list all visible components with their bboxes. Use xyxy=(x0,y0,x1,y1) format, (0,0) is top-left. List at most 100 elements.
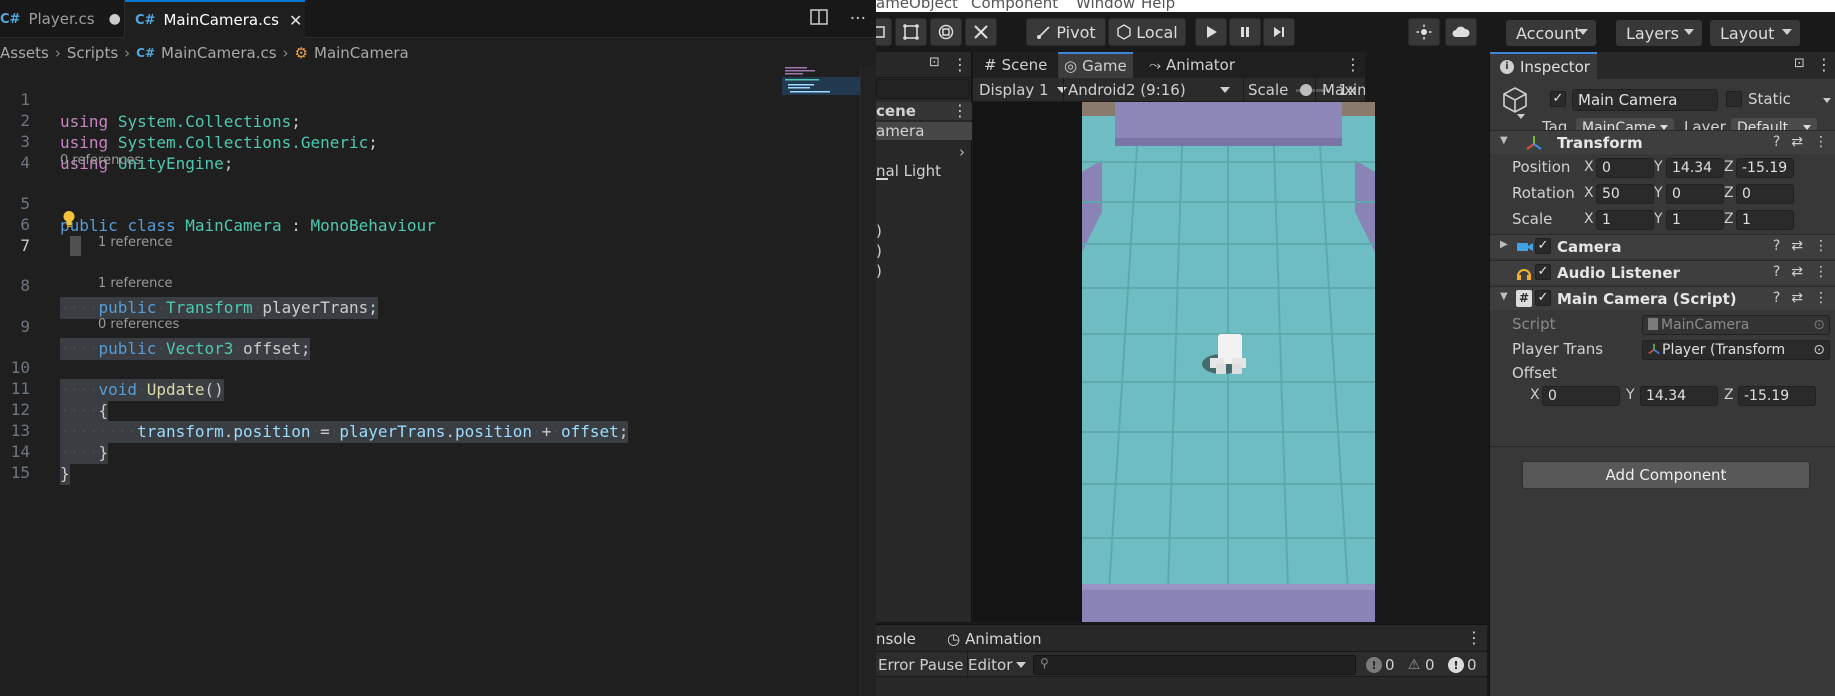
offset-y-field[interactable]: 14.34 xyxy=(1640,386,1718,406)
editor-dropdown[interactable]: Editor xyxy=(968,652,1027,678)
axis-z-label[interactable]: Z xyxy=(1724,387,1734,403)
tab-scene[interactable]: # Scene xyxy=(978,52,1053,78)
info-count-badge[interactable]: ! 0 xyxy=(1366,656,1395,674)
preset-icon[interactable]: ⇄ xyxy=(1791,264,1803,280)
add-component-button[interactable]: Add Component xyxy=(1522,461,1810,489)
console-search-input[interactable]: ⚲ xyxy=(1033,655,1356,675)
split-editor-icon[interactable] xyxy=(810,8,828,30)
more-icon[interactable]: ⋮ xyxy=(952,55,968,74)
axis-y-label[interactable]: Y xyxy=(1654,211,1663,227)
axis-x-label[interactable]: X xyxy=(1584,211,1594,227)
lock-icon[interactable]: ⊡ xyxy=(1794,56,1805,71)
error-count-badge[interactable]: ! 0 xyxy=(1448,656,1477,674)
help-icon[interactable]: ? xyxy=(1773,264,1780,280)
static-checkbox[interactable] xyxy=(1726,91,1742,107)
transform-header[interactable]: ▼ Transform ? ⇄ ⋮ xyxy=(1490,130,1835,154)
scene-row[interactable]: cene ⋮ xyxy=(876,101,972,120)
menu-component[interactable]: Component xyxy=(971,0,1058,12)
move-tool-button[interactable] xyxy=(876,18,892,46)
more-icon[interactable]: ⋮ xyxy=(1814,290,1828,306)
preset-icon[interactable]: ⇄ xyxy=(1791,134,1803,150)
scale-x-field[interactable]: 1 xyxy=(1596,210,1654,230)
codelens-references[interactable]: 1 reference xyxy=(98,234,172,252)
object-name-field[interactable]: Main Camera xyxy=(1572,89,1718,111)
offset-x-field[interactable]: 0 xyxy=(1542,386,1620,406)
help-icon[interactable]: ? xyxy=(1773,238,1780,254)
display-dropdown[interactable]: Display 1 xyxy=(979,78,1067,102)
chevron-right-icon[interactable]: › xyxy=(959,143,965,161)
breadcrumb-item[interactable]: MainCamera.cs xyxy=(161,44,277,62)
axis-z-label[interactable]: Z xyxy=(1724,185,1734,201)
more-icon[interactable]: ⋮ xyxy=(1816,55,1832,74)
position-y-field[interactable]: 14.34 xyxy=(1666,158,1724,178)
rotation-z-field[interactable]: 0 xyxy=(1736,184,1794,204)
lock-icon[interactable]: ⊡ xyxy=(929,55,940,70)
tab-animation[interactable]: ◷ Animation xyxy=(941,627,1048,651)
tab-maincamera-cs[interactable]: C# MainCamera.cs ✕ xyxy=(125,0,305,38)
codelens-references[interactable]: 0 references xyxy=(98,316,179,334)
axis-x-label[interactable]: X xyxy=(1530,387,1540,403)
more-icon[interactable]: ⋮ xyxy=(1814,264,1828,280)
lighting-button[interactable] xyxy=(1408,18,1440,46)
slider-thumb[interactable] xyxy=(1300,83,1313,96)
position-z-field[interactable]: -15.19 xyxy=(1736,158,1794,178)
hierarchy-search[interactable] xyxy=(876,79,970,99)
rotation-x-field[interactable]: 50 xyxy=(1596,184,1654,204)
local-toggle[interactable]: Local xyxy=(1108,18,1186,46)
layout-dropdown[interactable]: Layout xyxy=(1710,20,1800,46)
game-view[interactable] xyxy=(973,102,1375,622)
axis-x-label[interactable]: X xyxy=(1584,185,1594,201)
scale-y-field[interactable]: 1 xyxy=(1666,210,1724,230)
editor-scrollbar[interactable] xyxy=(860,66,876,696)
error-pause-toggle[interactable]: Error Pause xyxy=(878,652,969,678)
minimap[interactable] xyxy=(782,65,860,99)
help-icon[interactable]: ? xyxy=(1773,134,1780,150)
codelens-references[interactable]: 1 reference xyxy=(98,275,172,293)
rotation-y-field[interactable]: 0 xyxy=(1666,184,1724,204)
menu-gameobject[interactable]: ameObject xyxy=(876,0,958,12)
maximize-toggle[interactable]: Maximi xyxy=(1315,78,1365,102)
account-dropdown[interactable]: Account xyxy=(1506,20,1596,46)
pause-button[interactable] xyxy=(1229,18,1261,46)
more-icon[interactable]: ⋮ xyxy=(1814,134,1828,150)
axis-y-label[interactable]: Y xyxy=(1626,387,1635,403)
script-enabled-checkbox[interactable]: ✓ xyxy=(1535,290,1551,306)
tab-animator[interactable]: ⤳ Animator xyxy=(1143,52,1241,78)
tab-game[interactable]: ◎ Game xyxy=(1058,52,1133,78)
layers-dropdown[interactable]: Layers xyxy=(1616,20,1702,46)
menu-window[interactable]: Window xyxy=(1076,0,1135,12)
transform-tool-button[interactable] xyxy=(930,18,962,46)
audio-listener-header[interactable]: ✓ Audio Listener ? ⇄ ⋮ xyxy=(1490,260,1835,284)
player-trans-field[interactable]: Player (Transform ⊙ xyxy=(1642,340,1830,360)
hierarchy-item-light[interactable]: nal Light xyxy=(876,162,972,180)
modified-dot-icon[interactable]: ● xyxy=(109,11,121,27)
more-icon[interactable]: ⋮ xyxy=(1345,55,1361,74)
splitter[interactable] xyxy=(876,178,888,180)
axis-z-label[interactable]: Z xyxy=(1724,211,1734,227)
audio-enabled-checkbox[interactable]: ✓ xyxy=(1535,264,1551,280)
camera-header[interactable]: ▶ ✓ Camera ? ⇄ ⋮ xyxy=(1490,234,1835,258)
axis-y-label[interactable]: Y xyxy=(1654,185,1663,201)
menu-help[interactable]: Help xyxy=(1141,0,1175,12)
more-icon[interactable]: ⋮ xyxy=(1814,238,1828,254)
script-component-header[interactable]: ▼ # ✓ Main Camera (Script) ? ⇄ ⋮ xyxy=(1490,286,1835,310)
help-icon[interactable]: ? xyxy=(1773,290,1780,306)
preset-icon[interactable]: ⇄ xyxy=(1791,238,1803,254)
lightbulb-icon[interactable] xyxy=(62,210,76,228)
step-button[interactable] xyxy=(1263,18,1295,46)
camera-enabled-checkbox[interactable]: ✓ xyxy=(1535,238,1551,254)
warning-count-badge[interactable]: ⚠ 0 xyxy=(1406,656,1435,674)
custom-tools-button[interactable] xyxy=(965,18,997,46)
pivot-toggle[interactable]: Pivot xyxy=(1026,18,1106,46)
breadcrumb-item[interactable]: Scripts xyxy=(67,44,118,62)
caret-down-icon[interactable] xyxy=(1517,114,1525,119)
breadcrumb-item[interactable]: MainCamera xyxy=(314,44,409,62)
more-icon[interactable]: ⋮ xyxy=(1466,628,1482,647)
tab-inspector[interactable]: i Inspector xyxy=(1490,52,1597,79)
fold-right-icon[interactable]: ▶ xyxy=(1500,239,1508,250)
resolution-dropdown[interactable]: Android2 (9:16) xyxy=(1063,78,1238,102)
breadcrumb-item[interactable]: Assets xyxy=(0,44,49,62)
rect-tool-button[interactable] xyxy=(895,18,927,46)
play-button[interactable] xyxy=(1195,18,1227,46)
codelens-references[interactable]: 0 references xyxy=(60,152,141,170)
